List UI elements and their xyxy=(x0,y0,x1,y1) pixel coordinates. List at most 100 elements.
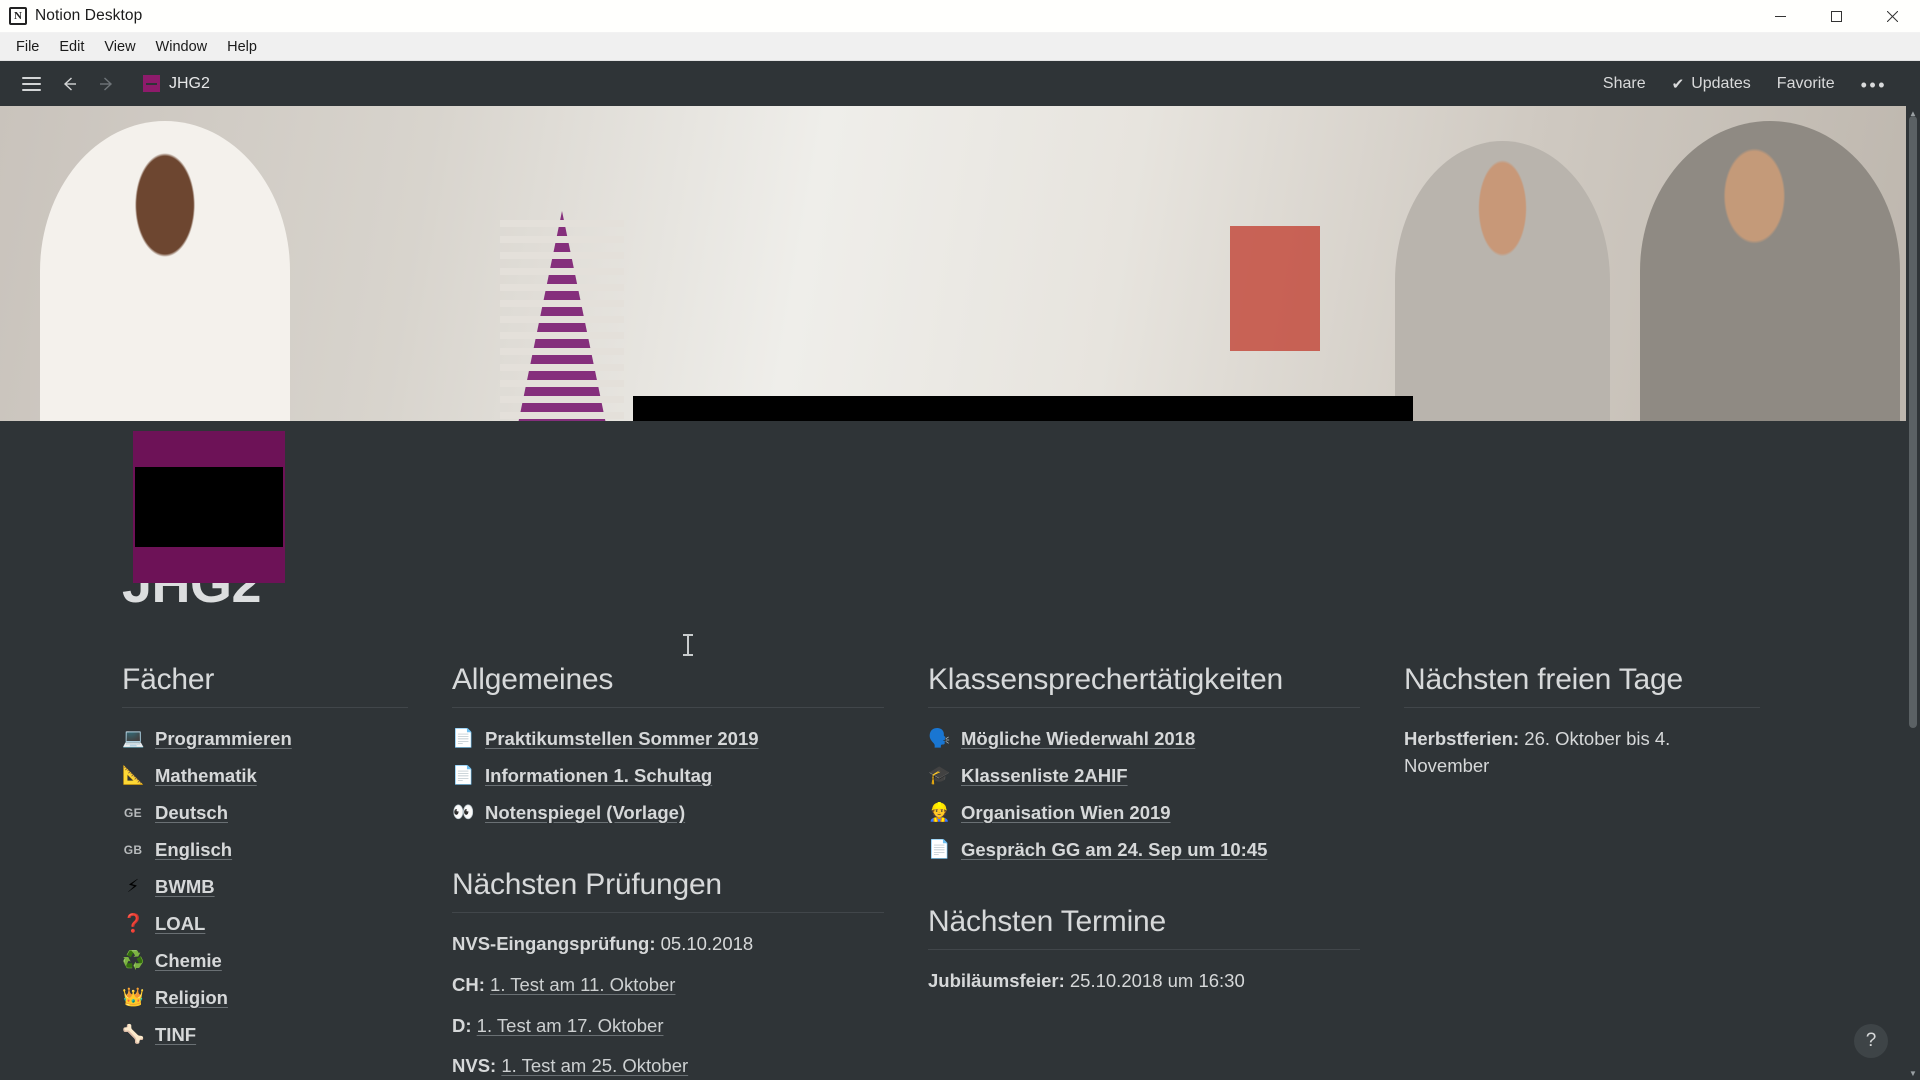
question-mark-icon: ❓ xyxy=(122,913,145,934)
favorite-button[interactable]: Favorite xyxy=(1766,69,1846,99)
page-icon-small xyxy=(143,75,160,92)
cover-person-middle-right xyxy=(1395,141,1610,421)
scrollbar-thumb[interactable] xyxy=(1909,116,1917,728)
list-item[interactable]: ♻️ Chemie xyxy=(122,948,408,974)
page-link[interactable]: Englisch xyxy=(155,839,232,861)
fact-link[interactable]: 1. Test am 17. Oktober xyxy=(477,1015,664,1036)
minimize-button[interactable] xyxy=(1752,0,1808,33)
list-item[interactable]: 📄 Gespräch GG am 24. Sep um 10:45 xyxy=(928,837,1360,863)
column-naechsten-freien-tage: Nächsten freien Tage Herbstferien: 26. O… xyxy=(1404,663,1804,1080)
flag-uk-icon: GB xyxy=(123,843,143,857)
page-link[interactable]: Programmieren xyxy=(155,728,292,750)
fact-label: D: xyxy=(452,1014,472,1036)
list-item[interactable]: 🎓 Klassenliste 2AHIF xyxy=(928,763,1360,789)
scroll-down-arrow[interactable]: ▼ xyxy=(1906,1066,1920,1080)
app-header: JHG2 Share ✔ Updates Favorite ••• xyxy=(0,61,1920,106)
menu-bar: File Edit View Window Help xyxy=(0,33,1920,61)
forward-button[interactable] xyxy=(90,68,124,100)
list-item[interactable]: 🗣️ Mögliche Wiederwahl 2018 xyxy=(928,726,1360,752)
fact-label: NVS-Eingangsprüfung: xyxy=(452,933,656,954)
recycle-icon: ♻️ xyxy=(122,950,145,971)
page-link[interactable]: Mathematik xyxy=(155,765,257,787)
construction-worker-icon: 👷 xyxy=(928,802,951,823)
page-link[interactable]: Informationen 1. Schultag xyxy=(485,765,712,787)
page-link[interactable]: Deutsch xyxy=(155,802,228,824)
list-item[interactable]: 📄 Informationen 1. Schultag xyxy=(452,763,884,789)
page-link[interactable]: Organisation Wien 2019 xyxy=(961,802,1171,824)
hamburger-icon xyxy=(21,76,41,91)
laptop-icon: 💻 xyxy=(122,728,145,749)
column-heading: Fächer xyxy=(122,663,215,696)
heading-divider xyxy=(122,707,408,708)
column-allgemeines: Allgemeines 📄 Praktikumstellen Sommer 20… xyxy=(452,663,928,1080)
sidebar-toggle-button[interactable] xyxy=(14,68,48,100)
fact-row: Jubiläumsfeier: 25.10.2018 um 16:30 xyxy=(928,968,1360,995)
column-layout: Fächer 💻 Programmieren 📐 Mathematik GE D… xyxy=(122,663,1920,1080)
header-right-group: Share ✔ Updates Favorite ••• xyxy=(1592,69,1898,99)
heading-divider xyxy=(928,707,1360,708)
menu-item-view[interactable]: View xyxy=(94,36,145,58)
fact-link[interactable]: 1. Test am 11. Oktober xyxy=(490,974,675,995)
page-cover-image[interactable] xyxy=(0,106,1920,421)
page-link[interactable]: Gespräch GG am 24. Sep um 10:45 xyxy=(961,839,1267,861)
heading-divider xyxy=(452,912,884,913)
list-item[interactable]: ⚡ BWMB xyxy=(122,874,408,900)
list-item[interactable]: 💻 Programmieren xyxy=(122,726,408,752)
list-item[interactable]: 👑 Religion xyxy=(122,985,408,1011)
page-title[interactable]: JHG2 xyxy=(122,553,1920,615)
bone-icon: 🦴 xyxy=(122,1024,145,1045)
list-item[interactable]: 👀 Notenspiegel (Vorlage) xyxy=(452,800,884,826)
column-subheading: Nächsten Prüfungen xyxy=(452,868,722,901)
menu-item-help[interactable]: Help xyxy=(217,36,267,58)
document-icon: 📄 xyxy=(452,728,475,749)
more-options-button[interactable]: ••• xyxy=(1850,70,1898,98)
list-item[interactable]: 📐 Mathematik xyxy=(122,763,408,789)
text-cursor xyxy=(683,634,693,656)
graduate-icon: 🎓 xyxy=(928,765,951,786)
list-item[interactable]: 📄 Praktikumstellen Sommer 2019 xyxy=(452,726,884,752)
document-icon: 📄 xyxy=(928,839,951,860)
heading-divider xyxy=(1404,707,1760,708)
list-item[interactable]: 🦴 TINF xyxy=(122,1022,408,1048)
page-link[interactable]: Mögliche Wiederwahl 2018 xyxy=(961,728,1195,750)
maximize-button[interactable] xyxy=(1808,0,1864,33)
back-button[interactable] xyxy=(52,68,86,100)
page-content: Add Discussion JHG2 Fächer 💻 Programmier… xyxy=(0,106,1920,1080)
heading-divider xyxy=(452,707,884,708)
close-icon xyxy=(1886,10,1898,22)
help-button[interactable]: ? xyxy=(1854,1024,1888,1058)
page-link[interactable]: Klassenliste 2AHIF xyxy=(961,765,1128,787)
vertical-scrollbar[interactable]: ▲ ▼ xyxy=(1906,106,1920,1080)
page-link[interactable]: Notenspiegel (Vorlage) xyxy=(485,802,685,824)
list-item[interactable]: ❓ LOAL xyxy=(122,911,408,937)
page-link[interactable]: BWMB xyxy=(155,876,215,898)
cover-person-left xyxy=(40,121,290,421)
column-heading: Klassensprechertätigkeiten xyxy=(928,663,1284,696)
share-button[interactable]: Share xyxy=(1592,69,1657,99)
page-icon[interactable] xyxy=(133,431,285,583)
cover-redaction-bar xyxy=(633,396,1413,421)
fact-value: 25.10.2018 um 16:30 xyxy=(1069,970,1245,991)
fact-label: CH: xyxy=(452,973,485,995)
list-item[interactable]: GE Deutsch xyxy=(122,800,408,826)
close-button[interactable] xyxy=(1864,0,1920,33)
document-icon: 📄 xyxy=(452,765,475,786)
menu-item-file[interactable]: File xyxy=(6,36,49,58)
list-item[interactable]: GB Englisch xyxy=(122,837,408,863)
page-link[interactable]: TINF xyxy=(155,1024,196,1046)
page-link[interactable]: Chemie xyxy=(155,950,222,972)
fact-label: Herbstferien: xyxy=(1404,728,1520,749)
page-link[interactable]: LOAL xyxy=(155,913,205,935)
page-link[interactable]: Praktikumstellen Sommer 2019 xyxy=(485,728,759,750)
menu-item-edit[interactable]: Edit xyxy=(49,36,94,58)
heading-divider xyxy=(928,949,1360,950)
page-link[interactable]: Religion xyxy=(155,987,228,1009)
column-heading: Nächsten freien Tage xyxy=(1404,663,1683,696)
list-item[interactable]: 👷 Organisation Wien 2019 xyxy=(928,800,1360,826)
fact-link[interactable]: 1. Test am 25. Oktober xyxy=(501,1055,688,1076)
menu-item-window[interactable]: Window xyxy=(146,36,218,58)
notion-logo-icon: N xyxy=(9,7,27,25)
minimize-icon xyxy=(1774,15,1786,17)
updates-button[interactable]: ✔ Updates xyxy=(1661,69,1762,99)
breadcrumb[interactable]: JHG2 xyxy=(136,71,217,97)
